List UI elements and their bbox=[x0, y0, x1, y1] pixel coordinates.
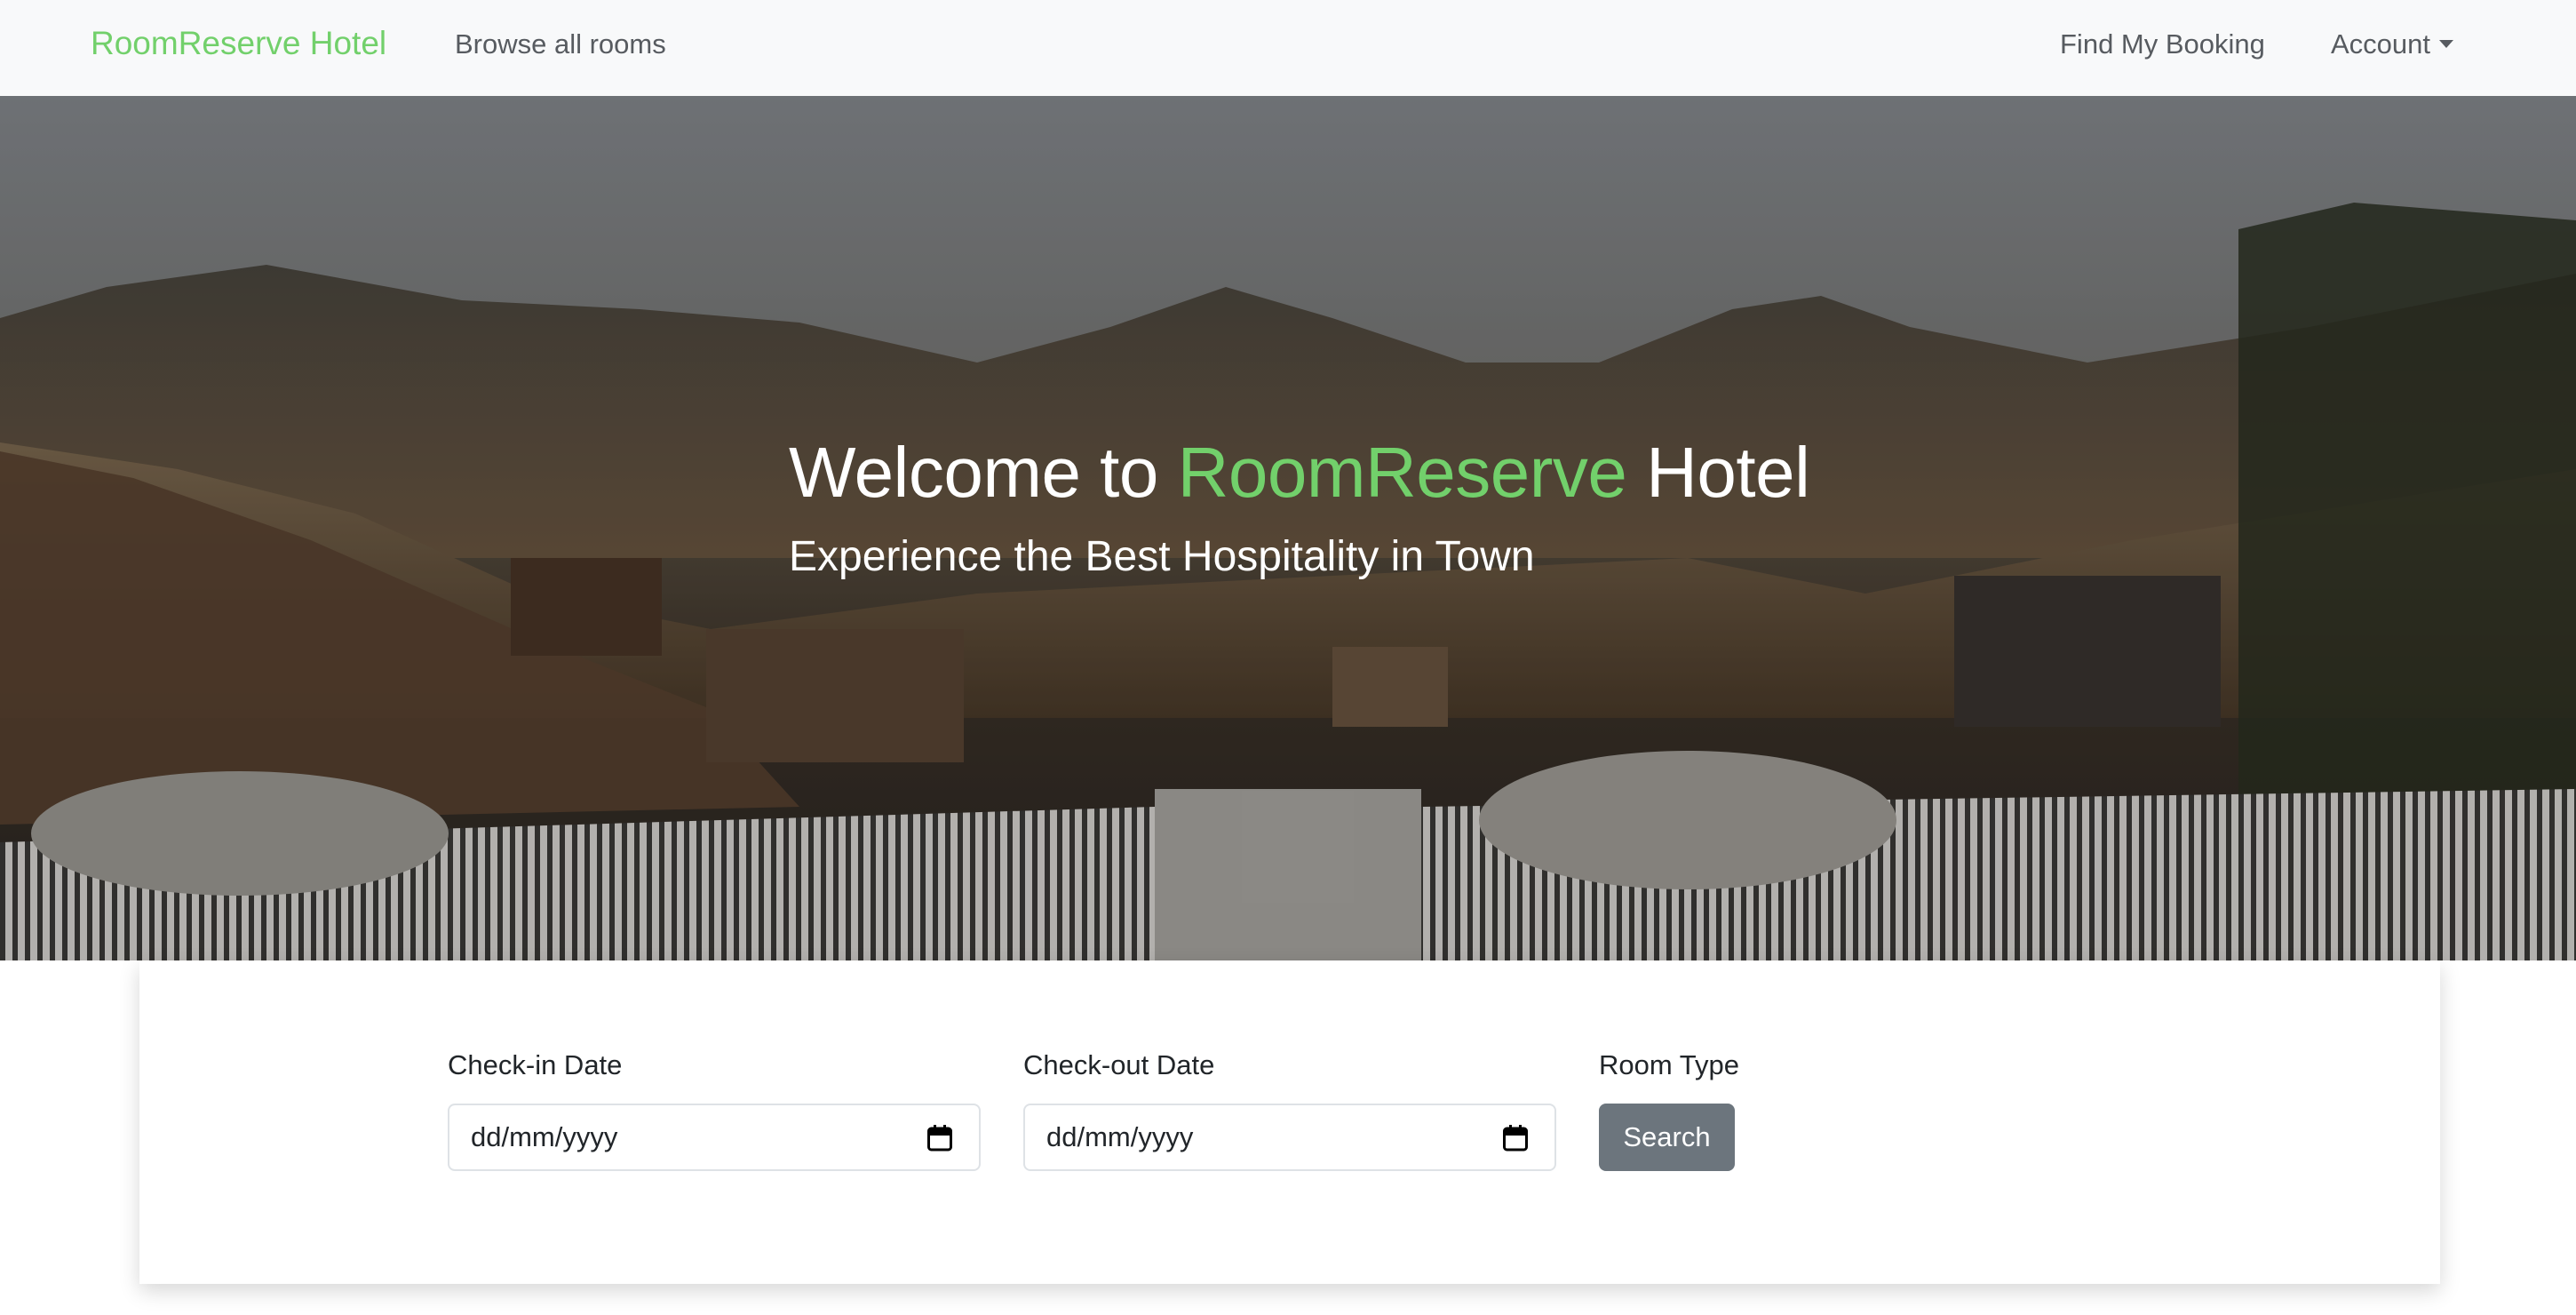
find-booking-link[interactable]: Find My Booking bbox=[2060, 28, 2265, 60]
search-button[interactable]: Search bbox=[1599, 1104, 1735, 1171]
brand-link[interactable]: RoomReserve Hotel bbox=[91, 25, 386, 62]
hero-title-accent: RoomReserve bbox=[1177, 433, 1627, 512]
checkin-label: Check-in Date bbox=[448, 1049, 623, 1080]
checkin-date-input[interactable]: dd/mm/yyyy bbox=[448, 1104, 981, 1171]
hero-banner: Welcome to RoomReserve Hotel Experience … bbox=[0, 96, 2576, 960]
hero-title: Welcome to RoomReserve Hotel bbox=[789, 432, 1810, 514]
account-label: Account bbox=[2331, 28, 2431, 60]
search-card: Check-in Date dd/mm/yyyy Check-out Date … bbox=[139, 960, 2440, 1284]
account-dropdown[interactable]: Account bbox=[2331, 28, 2454, 60]
hero-title-suffix: Hotel bbox=[1626, 433, 1810, 512]
hero-subtitle: Experience the Best Hospitality in Town bbox=[789, 533, 1535, 580]
calendar-icon[interactable] bbox=[927, 1125, 952, 1152]
checkout-date-value: dd/mm/yyyy bbox=[1046, 1121, 1194, 1152]
browse-rooms-link[interactable]: Browse all rooms bbox=[455, 28, 666, 60]
room-type-label: Room Type bbox=[1599, 1049, 1739, 1080]
calendar-icon[interactable] bbox=[1503, 1125, 1528, 1152]
checkout-date-input[interactable]: dd/mm/yyyy bbox=[1023, 1104, 1556, 1171]
hero-dark-overlay bbox=[0, 96, 2576, 960]
top-navbar: RoomReserve Hotel Browse all rooms Find … bbox=[0, 0, 2576, 96]
checkin-date-value: dd/mm/yyyy bbox=[471, 1121, 618, 1152]
checkout-label: Check-out Date bbox=[1023, 1049, 1215, 1080]
caret-down-icon bbox=[2439, 40, 2454, 48]
hero-title-prefix: Welcome to bbox=[789, 433, 1178, 512]
